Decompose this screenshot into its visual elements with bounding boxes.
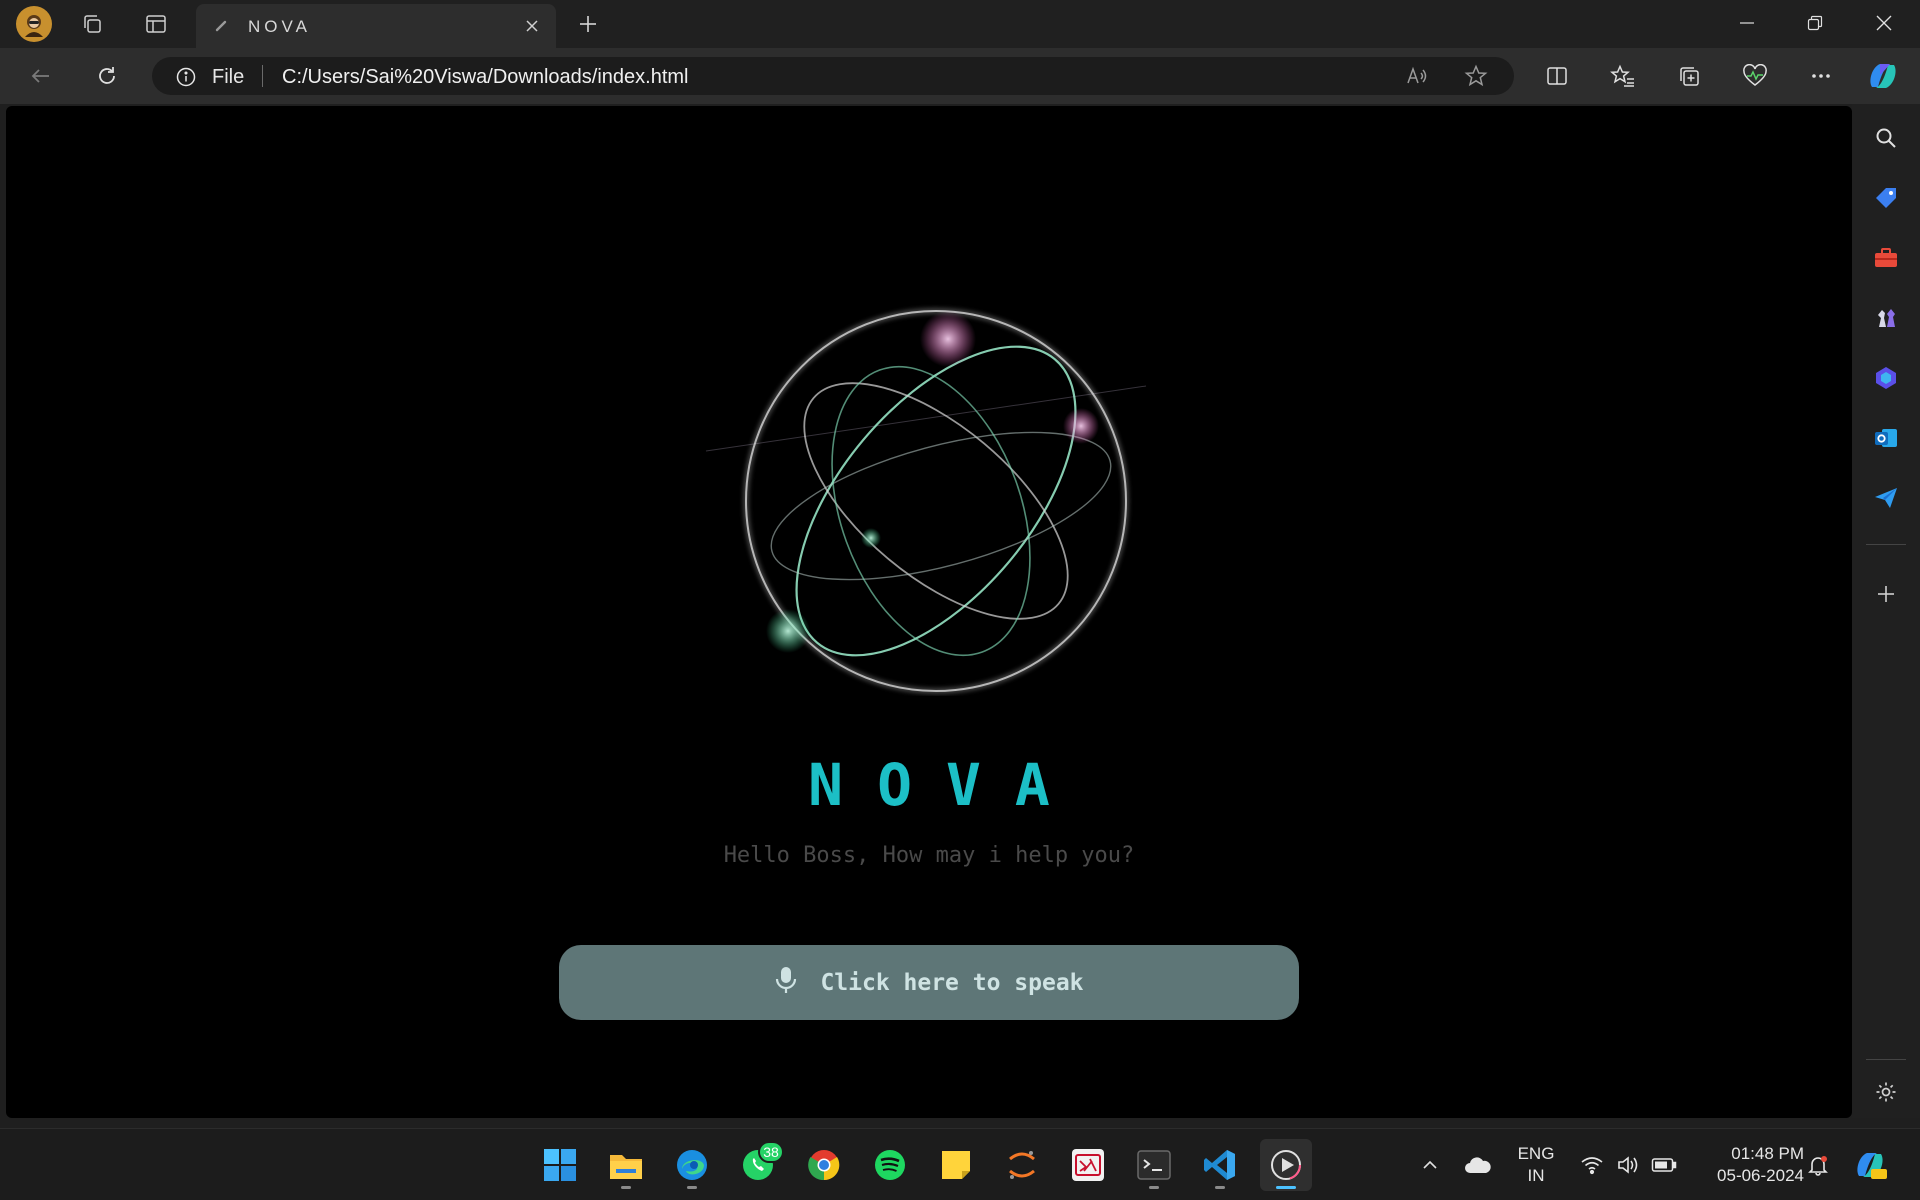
tab-title: NOVA	[248, 17, 311, 36]
file-explorer-icon[interactable]	[600, 1139, 652, 1191]
running-indicator	[1149, 1186, 1159, 1189]
running-indicator	[1276, 1186, 1296, 1189]
whatsapp-icon[interactable]: 38	[732, 1139, 784, 1191]
title-bar: NOVA	[0, 0, 1920, 48]
keyboard-app-icon[interactable]	[1062, 1139, 1114, 1191]
chrome-icon[interactable]	[798, 1139, 850, 1191]
running-indicator	[687, 1186, 697, 1189]
read-aloud-icon[interactable]	[1405, 64, 1429, 88]
edge-icon[interactable]	[666, 1139, 718, 1191]
tab-actions-icon[interactable]	[140, 8, 172, 40]
sticky-notes-icon[interactable]	[930, 1139, 982, 1191]
favorite-star-icon[interactable]	[1464, 64, 1488, 88]
outlook-icon[interactable]	[1870, 422, 1902, 454]
terminal-icon[interactable]	[1128, 1139, 1180, 1191]
gear-icon[interactable]	[1870, 1076, 1902, 1108]
taskbar: 38 ENG IN 01:48 PM 05-06-2024	[0, 1128, 1920, 1200]
vscode-icon[interactable]	[1194, 1139, 1246, 1191]
address-separator	[262, 65, 263, 87]
info-icon[interactable]	[176, 67, 196, 92]
more-menu-icon[interactable]	[1804, 59, 1838, 93]
copilot-taskbar-icon[interactable]	[1852, 1147, 1888, 1183]
speak-button[interactable]: Click here to speak	[559, 945, 1299, 1020]
tab-favicon-icon	[214, 19, 228, 38]
split-screen-icon[interactable]	[1540, 59, 1574, 93]
toolbox-icon[interactable]	[1870, 242, 1902, 274]
region-code: IN	[1527, 1166, 1545, 1185]
sidebar-divider-bottom	[1866, 1059, 1906, 1060]
chess-icon[interactable]	[1870, 302, 1902, 334]
search-icon[interactable]	[1870, 122, 1902, 154]
favorites-icon[interactable]	[1606, 59, 1640, 93]
media-player-icon[interactable]	[1260, 1139, 1312, 1191]
workspaces-icon[interactable]	[76, 8, 108, 40]
refresh-button[interactable]	[90, 59, 124, 93]
browser-essentials-icon[interactable]	[1738, 59, 1772, 93]
microphone-icon	[774, 965, 798, 1000]
new-tab-button[interactable]	[572, 8, 604, 40]
collections-icon[interactable]	[1672, 59, 1706, 93]
restore-button[interactable]	[1780, 0, 1850, 46]
notification-bell-icon[interactable]	[1800, 1147, 1836, 1183]
scheme-label: File	[212, 66, 245, 88]
web-page: NOVA Hello Boss, How may i help you? Cli…	[6, 106, 1852, 1118]
close-window-button[interactable]	[1849, 0, 1919, 46]
onedrive-icon[interactable]	[1460, 1147, 1496, 1183]
battery-icon[interactable]	[1646, 1147, 1682, 1183]
language-indicator[interactable]: ENG IN	[1508, 1143, 1564, 1187]
volume-icon[interactable]	[1610, 1147, 1646, 1183]
clock-date: 05-06-2024	[1717, 1166, 1804, 1185]
tab-close-icon[interactable]	[520, 14, 544, 38]
orb-animation	[686, 276, 1166, 696]
jupyter-icon[interactable]	[996, 1139, 1048, 1191]
page-title: NOVA	[808, 751, 1084, 819]
clock[interactable]: 01:48 PM 05-06-2024	[1692, 1143, 1804, 1187]
spotify-icon[interactable]	[864, 1139, 916, 1191]
copilot-designer-icon[interactable]	[1870, 362, 1902, 394]
notification-badge: 38	[758, 1141, 784, 1163]
browser-toolbar: File C:/Users/Sai%20Viswa/Downloads/inde…	[0, 48, 1920, 104]
profile-avatar[interactable]	[16, 6, 52, 42]
wifi-icon[interactable]	[1574, 1147, 1610, 1183]
language-code: ENG	[1517, 1144, 1555, 1163]
tab-nova[interactable]: NOVA	[196, 4, 556, 48]
url-text[interactable]: C:/Users/Sai%20Viswa/Downloads/index.htm…	[282, 66, 688, 89]
add-icon[interactable]	[1870, 578, 1902, 610]
copilot-icon[interactable]	[1866, 59, 1900, 93]
running-indicator	[621, 1186, 631, 1189]
speak-button-label: Click here to speak	[820, 969, 1084, 996]
chevron-up-icon[interactable]	[1412, 1147, 1448, 1183]
clock-time: 01:48 PM	[1731, 1144, 1804, 1163]
address-bar[interactable]: File C:/Users/Sai%20Viswa/Downloads/inde…	[152, 57, 1514, 95]
start-button[interactable]	[534, 1139, 586, 1191]
back-button[interactable]	[24, 59, 58, 93]
minimize-button[interactable]	[1712, 0, 1782, 46]
send-icon[interactable]	[1870, 482, 1902, 514]
running-indicator	[1215, 1186, 1225, 1189]
greeting-text: Hello Boss, How may i help you?	[723, 843, 1135, 868]
tag-icon[interactable]	[1870, 182, 1902, 214]
edge-sidebar	[1852, 104, 1920, 1118]
sidebar-divider	[1866, 544, 1906, 545]
